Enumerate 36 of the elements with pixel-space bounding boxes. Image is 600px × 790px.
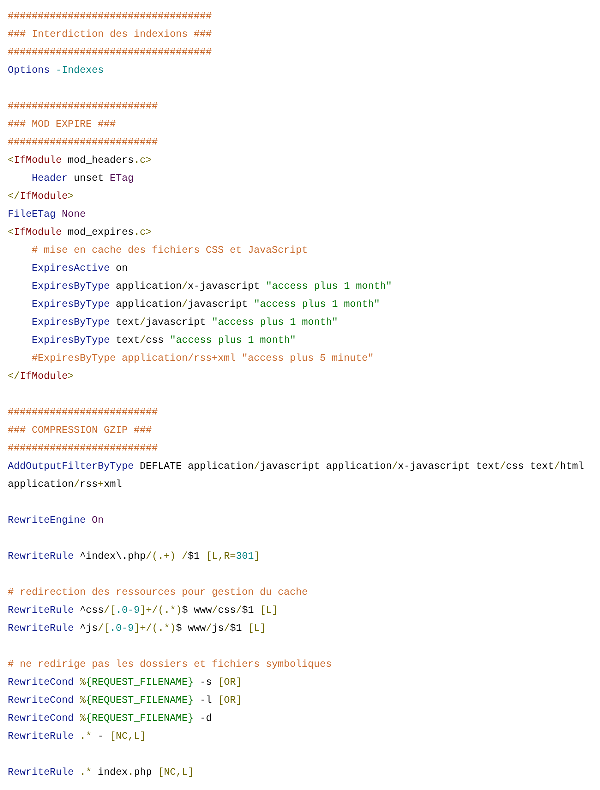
code-line: # mise en cache des fichiers CSS et JavaScript — [32, 244, 308, 259]
code-line: RewriteRule .* index.php [NC,L] — [8, 766, 194, 781]
code-line: ExpiresByType application/javascript "access plus 1 month" — [32, 298, 380, 313]
code-line: ExpiresByType text/css "access plus 1 month" — [32, 334, 296, 349]
code-line: RewriteEngine On — [8, 514, 104, 529]
code-line: <IfModule mod_headers.c> — [8, 154, 152, 169]
code-line: RewriteRule ^css/[.0-9]+/(.*)$ www/css/$1 [L] — [8, 604, 278, 619]
code-line: application/rss+xml — [8, 478, 122, 493]
code-line: ################################## — [8, 47, 212, 61]
code-line: ExpiresByType application/x-javascript "access plus 1 month" — [32, 280, 392, 295]
code-line: ### Interdiction des indexions ### — [8, 28, 212, 43]
code-line: AddOutputFilterByType DEFLATE application/javascript application/x-javascript text/css text/html — [8, 460, 584, 475]
code-line: ######################### — [8, 137, 158, 151]
code-line: ######################### — [8, 101, 158, 115]
code-line: Header unset ETag — [32, 172, 134, 187]
code-line: RewriteCond %{REQUEST_FILENAME} -l [OR] — [8, 694, 242, 709]
code-line: <IfModule mod_expires.c> — [8, 226, 152, 241]
code-line: FileETag None — [8, 208, 86, 223]
code-line: # ne redirige pas les dossiers et fichiers symboliques — [8, 658, 332, 673]
code-line: RewriteRule ^js/[.0-9]+/(.*)$ www/js/$1 [L] — [8, 622, 266, 637]
code-line: </IfModule> — [8, 370, 74, 385]
code-line: ### COMPRESSION GZIP ### — [8, 425, 152, 439]
code-line: ### MOD EXPIRE ### — [8, 119, 116, 133]
code-line: Options -Indexes — [8, 64, 104, 79]
code-line: ExpiresActive on — [32, 262, 128, 277]
code-line: RewriteRule .* - [NC,L] — [8, 730, 146, 745]
code-line: #ExpiresByType application/rss+xml "access plus 5 minute" — [32, 352, 374, 367]
code-line: RewriteCond %{REQUEST_FILENAME} -s [OR] — [8, 676, 242, 691]
code-line: ExpiresByType text/javascript "access plus 1 month" — [32, 316, 338, 331]
code-line: # redirection des ressources pour gestion du cache — [8, 586, 308, 601]
code-line: ################################## — [8, 11, 212, 25]
code-line: ######################### — [8, 443, 158, 457]
code-line: ######################### — [8, 407, 158, 421]
code-line: RewriteCond %{REQUEST_FILENAME} -d — [8, 712, 212, 727]
code-line: RewriteRule ^index\.php/(.+) /$1 [L,R=301] — [8, 550, 260, 565]
code-line: </IfModule> — [8, 190, 74, 205]
